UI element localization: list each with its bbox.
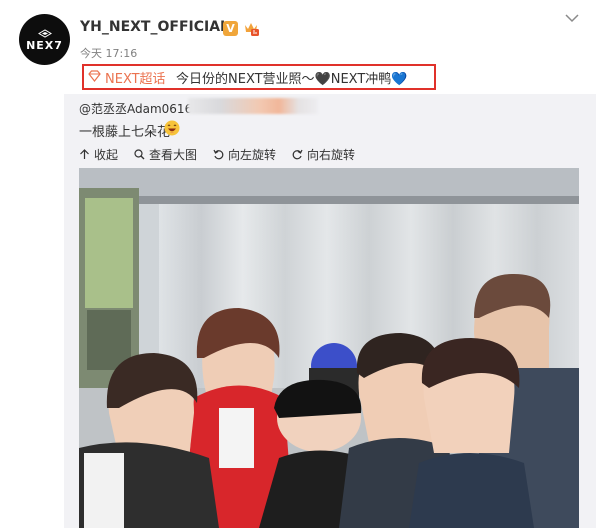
vip-member-icon[interactable] — [242, 20, 260, 37]
username[interactable]: YH_NEXT_OFFICIAL — [80, 19, 229, 35]
post-time[interactable]: 今天 17:16 — [80, 45, 137, 61]
retweet-text: 一根藤上七朵花 — [79, 125, 171, 140]
collapse-icon — [80, 149, 89, 159]
rotate-left-label: 向左旋转 — [228, 148, 277, 162]
rotate-right-label: 向右旋转 — [307, 148, 356, 162]
view-large-label: 查看大图 — [149, 148, 198, 162]
retweet-username[interactable]: @范丞丞Adam0616 — [79, 100, 192, 117]
group-photo[interactable] — [79, 168, 579, 528]
collapse-button[interactable]: 收起 — [79, 146, 118, 163]
image-toolbar: 收起 查看大图 向左旋转 向右旋转 — [79, 146, 371, 163]
avatar[interactable]: NEX7 — [19, 14, 70, 65]
blurred-text — [188, 98, 318, 114]
rotate-right-icon — [292, 149, 303, 160]
chevron-down-icon[interactable] — [565, 13, 579, 23]
collapse-label: 收起 — [94, 148, 119, 162]
topic-link[interactable]: NEXT超话 — [105, 68, 166, 87]
zoom-icon — [134, 149, 145, 160]
post-text: 今日份的NEXT营业照～🖤NEXT冲鸭💙 — [176, 72, 408, 87]
rotate-right-button[interactable]: 向右旋转 — [292, 146, 355, 163]
view-large-button[interactable]: 查看大图 — [134, 146, 197, 163]
diamond-topic-icon — [88, 70, 101, 82]
laughing-emoji-icon — [164, 120, 180, 136]
avatar-logo-text: NEX7 — [26, 38, 63, 52]
rotate-left-icon — [213, 149, 224, 160]
verified-badge: V — [223, 21, 238, 36]
nex7-logo-icon — [37, 28, 52, 38]
rotate-left-button[interactable]: 向左旋转 — [213, 146, 276, 163]
